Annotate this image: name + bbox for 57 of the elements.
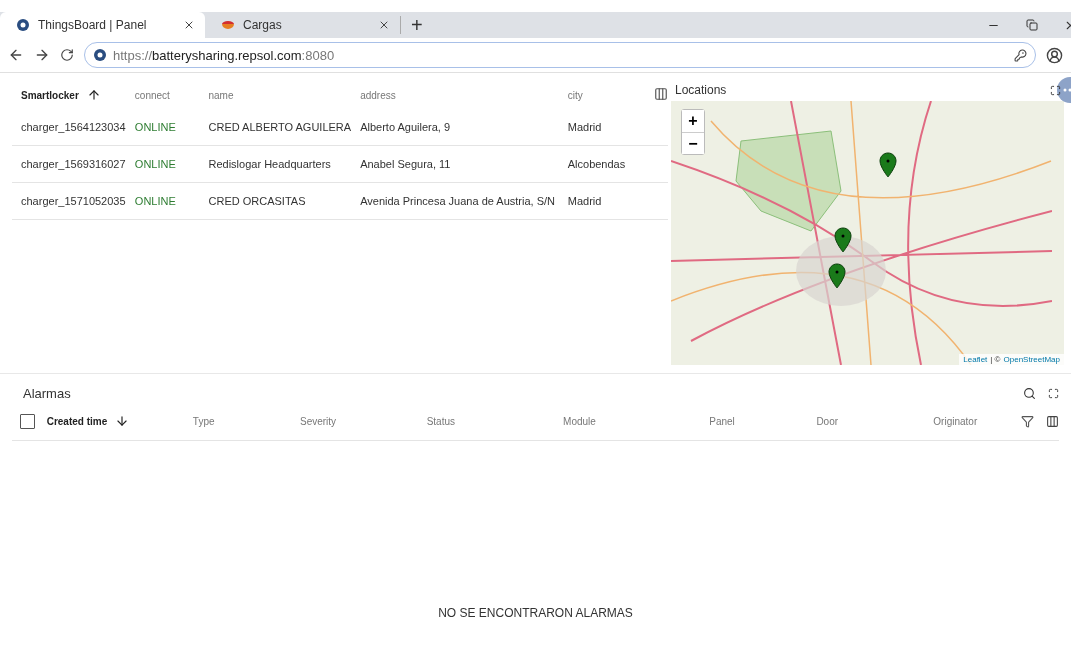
account-icon[interactable] [1046, 46, 1063, 64]
leaflet-link[interactable]: Leaflet [963, 355, 988, 364]
close-icon[interactable] [378, 19, 390, 31]
table-cell: Alberto Aguilera, 9 [360, 121, 451, 133]
table-cell: charger_1564123034 [21, 121, 126, 133]
filter-icon[interactable] [1021, 414, 1034, 428]
empty-message: NO SE ENCONTRARON ALARMAS [438, 606, 633, 620]
back-icon[interactable] [8, 47, 24, 63]
panel-title: Alarmas [22, 385, 71, 401]
reload-icon[interactable] [60, 48, 74, 62]
tab-title: ThingsBoard | Panel [38, 18, 148, 32]
url-text: https://batterysharing.repsol.com:8080 [113, 47, 335, 63]
close-icon[interactable] [183, 19, 195, 31]
key-icon[interactable] [1014, 48, 1027, 62]
table-cell: Alcobendas [567, 158, 626, 170]
select-all-checkbox[interactable] [20, 413, 35, 429]
columns-icon[interactable] [1046, 414, 1059, 428]
openstreetmap-link[interactable]: OpenStreetMap [1003, 355, 1060, 364]
fullscreen-icon[interactable] [1048, 387, 1059, 399]
column-header[interactable]: Severity [300, 415, 337, 427]
table-cell: ONLINE [134, 121, 176, 133]
table-cell: Madrid [567, 195, 602, 207]
table-cell: Anabel Segura, 11 [360, 158, 451, 170]
table-cell: Madrid [567, 121, 602, 133]
search-icon[interactable] [1023, 386, 1036, 400]
table-cell: CRED ORCASITAS [208, 195, 306, 207]
browser-tab[interactable]: Cargas [205, 12, 400, 38]
new-tab-button[interactable]: + [400, 16, 433, 34]
sort-up-icon[interactable] [86, 88, 101, 102]
column-header[interactable]: Type [192, 415, 215, 427]
column-header[interactable]: city [567, 89, 583, 101]
table-cell: ONLINE [134, 195, 176, 207]
fullscreen-icon[interactable] [1050, 85, 1061, 96]
column-header[interactable]: Created time [46, 415, 108, 427]
column-header[interactable]: Smartlocker [21, 89, 79, 101]
table-cell: CRED ALBERTO AGUILERA [208, 121, 352, 133]
forward-icon[interactable] [34, 47, 50, 63]
column-header[interactable]: connect [134, 89, 170, 101]
table-cell: Redislogar Headquarters [208, 158, 331, 170]
column-header[interactable]: Door [816, 415, 839, 427]
column-header[interactable]: Panel [709, 415, 735, 427]
column-header[interactable]: Status [426, 415, 455, 427]
zoom-out-button[interactable]: − [682, 132, 704, 154]
table-cell: charger_1571052035 [21, 195, 126, 207]
panel-title: Locations [675, 83, 727, 99]
column-header[interactable]: name [208, 89, 234, 101]
restore-icon[interactable] [1026, 19, 1038, 31]
table-cell: Avenida Princesa Juana de Austria, S/N [360, 195, 555, 207]
table-cell: ONLINE [134, 158, 176, 170]
attribution-text: | © [990, 355, 1001, 364]
column-header[interactable]: Module [563, 415, 596, 427]
flame-logo-icon [221, 20, 235, 30]
table-cell: charger_1569316027 [21, 158, 126, 170]
column-header[interactable]: Originator [933, 415, 978, 427]
browser-tab[interactable]: ThingsBoard | Panel [0, 12, 205, 38]
column-header[interactable]: address [360, 89, 396, 101]
tab-title: Cargas [243, 18, 283, 32]
